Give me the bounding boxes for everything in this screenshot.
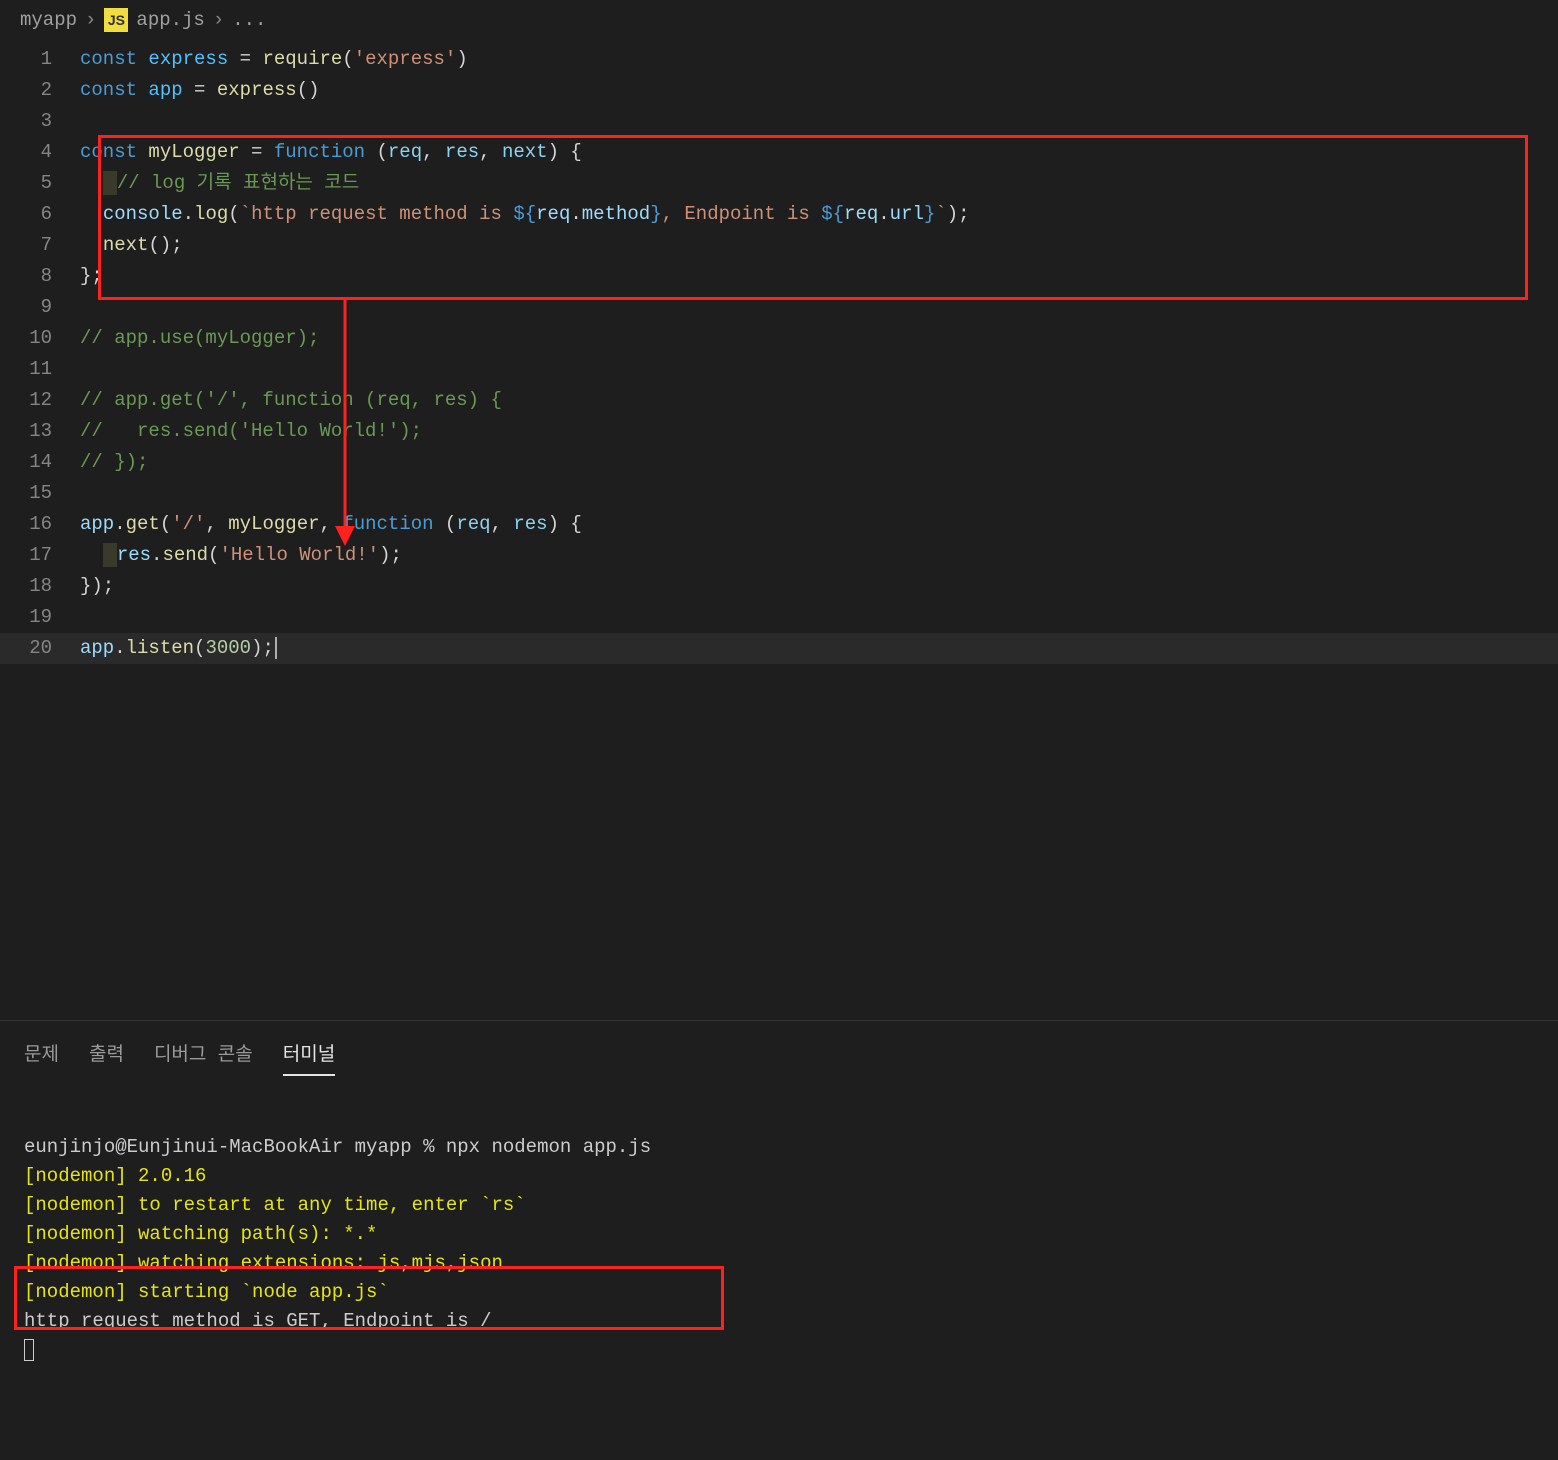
- line-number: 10: [0, 323, 80, 354]
- code-line: 14// });: [0, 447, 1558, 478]
- code-line: 15: [0, 478, 1558, 509]
- code-line: 5 // log 기록 표현하는 코드: [0, 168, 1558, 199]
- line-number: 8: [0, 261, 80, 292]
- code-line: 6 console.log(`http request method is ${…: [0, 199, 1558, 230]
- line-number: 4: [0, 137, 80, 168]
- code-line: 1const express = require('express'): [0, 44, 1558, 75]
- breadcrumb: myapp › JS app.js › ...: [0, 0, 1558, 36]
- code-line: 9: [0, 292, 1558, 323]
- line-number: 19: [0, 602, 80, 633]
- line-number: 5: [0, 168, 80, 199]
- line-number: 14: [0, 447, 80, 478]
- code-line: 11: [0, 354, 1558, 385]
- code-line: 13// res.send('Hello World!');: [0, 416, 1558, 447]
- line-number: 9: [0, 292, 80, 323]
- line-number: 1: [0, 44, 80, 75]
- terminal-line: [nodemon] starting `node app.js`: [24, 1281, 389, 1303]
- code-line: 17 res.send('Hello World!');: [0, 540, 1558, 571]
- line-number: 11: [0, 354, 80, 385]
- code-line: 20app.listen(3000);: [0, 633, 1558, 664]
- integrated-panel: 문제 출력 디버그 콘솔 터미널 eunjinjo@Eunjinui-MacBo…: [0, 1020, 1558, 1460]
- code-line: 12// app.get('/', function (req, res) {: [0, 385, 1558, 416]
- fold-indent-guide: [103, 543, 117, 567]
- breadcrumb-more[interactable]: ...: [232, 9, 266, 31]
- terminal-line: [nodemon] 2.0.16: [24, 1165, 206, 1187]
- code-editor[interactable]: 1const express = require('express') 2con…: [0, 36, 1558, 664]
- terminal-line: [nodemon] watching extensions: js,mjs,js…: [24, 1252, 503, 1274]
- line-number: 3: [0, 106, 80, 137]
- line-number: 18: [0, 571, 80, 602]
- js-file-icon: JS: [104, 8, 128, 32]
- text-cursor: [275, 637, 277, 659]
- code-line: 19: [0, 602, 1558, 633]
- tab-debug-console[interactable]: 디버그 콘솔: [154, 1039, 253, 1076]
- tab-output[interactable]: 출력: [89, 1039, 124, 1076]
- code-line: 8};: [0, 261, 1558, 292]
- terminal-line: [nodemon] watching path(s): *.*: [24, 1223, 377, 1245]
- line-number: 7: [0, 230, 80, 261]
- terminal-line: http request method is GET, Endpoint is …: [24, 1310, 491, 1332]
- line-number: 6: [0, 199, 80, 230]
- code-line: 4const myLogger = function (req, res, ne…: [0, 137, 1558, 168]
- line-number: 12: [0, 385, 80, 416]
- tab-terminal[interactable]: 터미널: [283, 1039, 335, 1076]
- code-line: 3: [0, 106, 1558, 137]
- line-number: 2: [0, 75, 80, 106]
- chevron-right-icon: ›: [85, 9, 96, 31]
- panel-tabs: 문제 출력 디버그 콘솔 터미널: [0, 1021, 1558, 1076]
- terminal-output[interactable]: eunjinjo@Eunjinui-MacBookAir myapp % npx…: [0, 1076, 1558, 1451]
- terminal-cursor: [24, 1339, 34, 1361]
- code-line: 18});: [0, 571, 1558, 602]
- terminal-line: [nodemon] to restart at any time, enter …: [24, 1194, 526, 1216]
- code-line: 16app.get('/', myLogger, function (req, …: [0, 509, 1558, 540]
- line-number: 20: [0, 633, 80, 664]
- breadcrumb-file[interactable]: app.js: [136, 9, 204, 31]
- line-number: 16: [0, 509, 80, 540]
- terminal-prompt: eunjinjo@Eunjinui-MacBookAir myapp % npx…: [24, 1136, 651, 1158]
- code-line: 2const app = express(): [0, 75, 1558, 106]
- code-line: 7 next();: [0, 230, 1558, 261]
- line-number: 17: [0, 540, 80, 571]
- chevron-right-icon: ›: [213, 9, 224, 31]
- code-line: 10// app.use(myLogger);: [0, 323, 1558, 354]
- tab-problems[interactable]: 문제: [24, 1039, 59, 1076]
- fold-indent-guide: [103, 171, 117, 195]
- breadcrumb-root[interactable]: myapp: [20, 9, 77, 31]
- line-number: 15: [0, 478, 80, 509]
- line-number: 13: [0, 416, 80, 447]
